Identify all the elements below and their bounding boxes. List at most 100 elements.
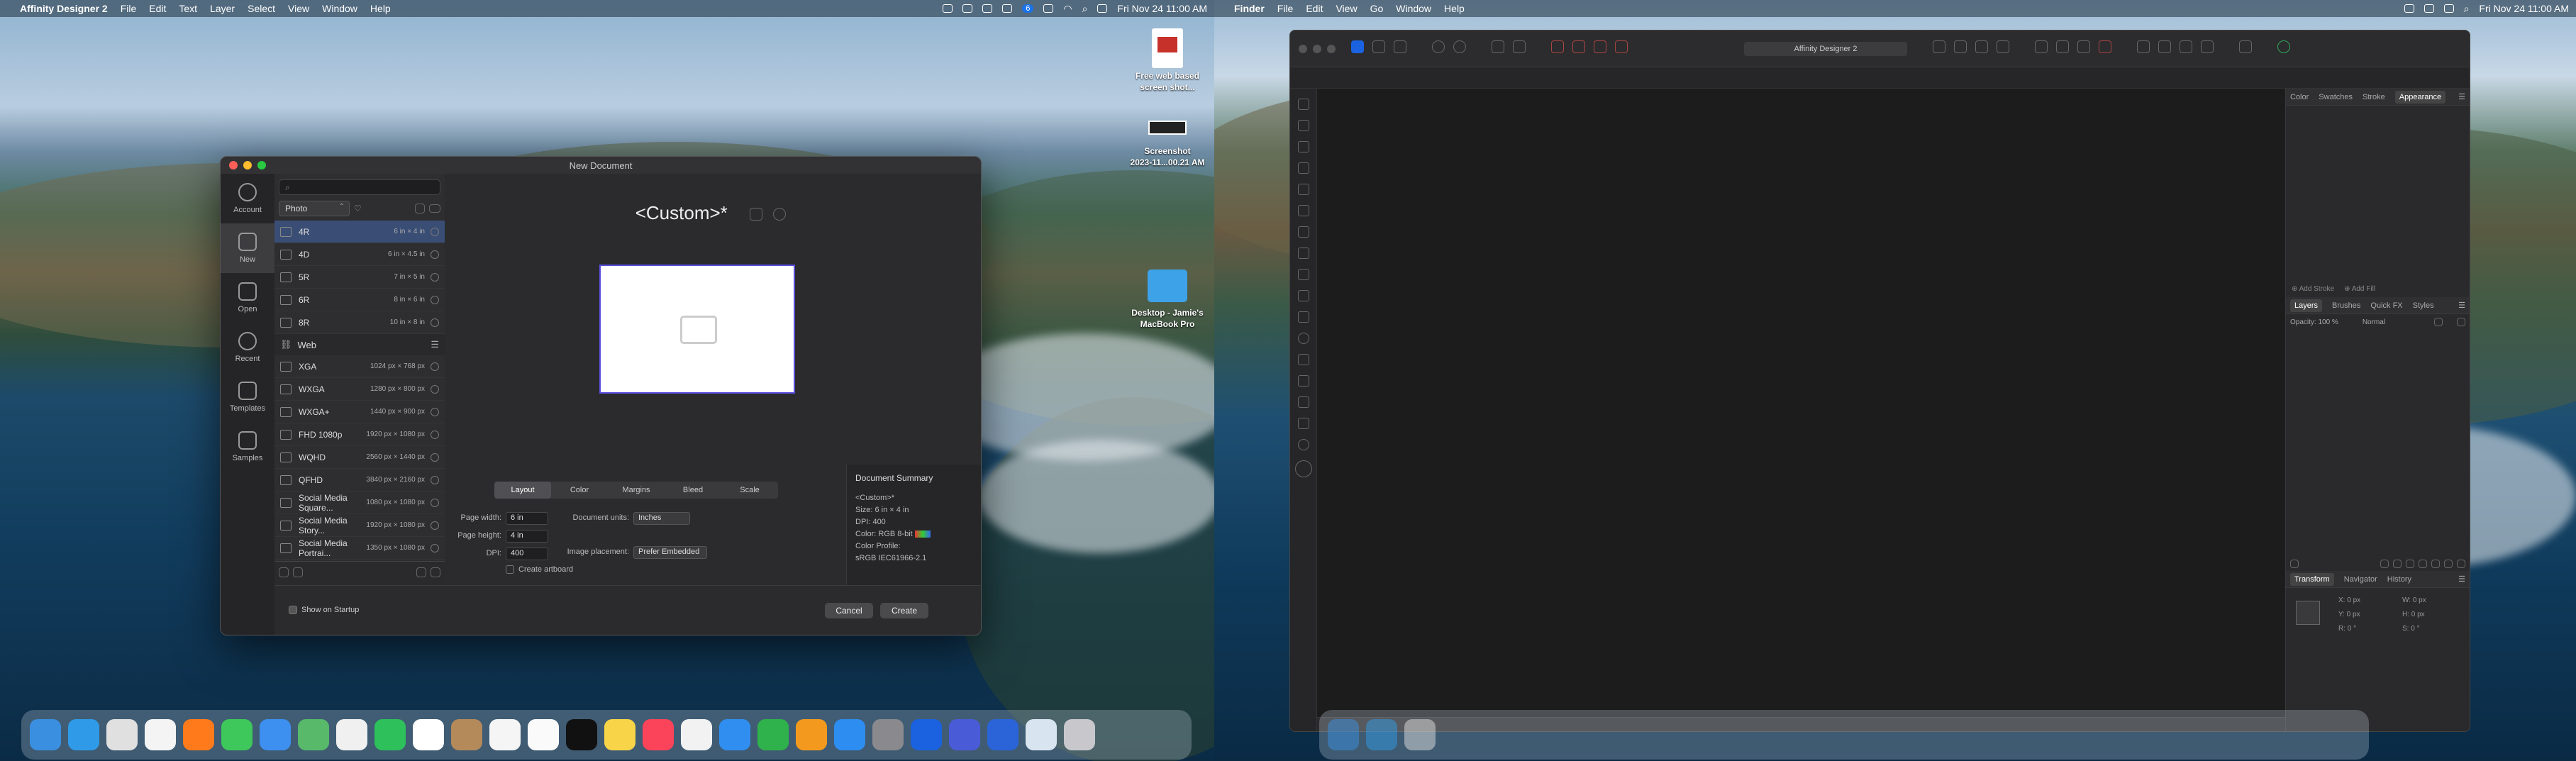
numbers-icon[interactable] <box>757 719 789 750</box>
add-fill-button[interactable]: ⊕ Add Fill <box>2344 285 2375 293</box>
safari-icon[interactable] <box>1366 719 1397 750</box>
pixel-persona-icon[interactable] <box>1372 40 1385 53</box>
menu-file[interactable]: File <box>121 3 137 14</box>
menu-edit[interactable]: Edit <box>1306 3 1323 14</box>
preset-search-input[interactable]: ⌕ <box>279 179 440 195</box>
info-icon[interactable] <box>431 521 439 530</box>
info-icon[interactable] <box>431 384 439 394</box>
panel-menu-icon[interactable]: ☰ <box>2458 301 2465 310</box>
sidebar-item-new[interactable]: New <box>221 223 274 273</box>
preset-item[interactable]: 6R 8 in × 6 in <box>274 289 445 311</box>
keynote-icon[interactable] <box>719 719 750 750</box>
ellipse-tool-icon[interactable] <box>1297 333 1309 344</box>
create-artboard-checkbox[interactable]: Create artboard <box>506 565 573 574</box>
status-icon[interactable] <box>2404 4 2414 13</box>
preset-item[interactable]: 4D 6 in × 4.5 in <box>274 243 445 266</box>
tab-styles[interactable]: Styles <box>2413 301 2434 310</box>
preset-item[interactable]: XGA 1024 px × 768 px <box>274 355 445 378</box>
clock[interactable]: Fri Nov 24 11:00 AM <box>1117 3 1207 14</box>
create-button[interactable]: Create <box>880 603 928 618</box>
transform-icon[interactable] <box>2180 40 2192 53</box>
facetime-icon[interactable] <box>374 719 406 750</box>
desktop-file-1[interactable]: Free web based screen shot... <box>1132 28 1203 93</box>
share-icon[interactable] <box>416 567 426 577</box>
transform-h-field[interactable]: H: 0 px <box>2402 611 2425 618</box>
document-units-select[interactable]: Inches <box>633 512 690 525</box>
pen-tool-icon[interactable] <box>1297 162 1309 174</box>
info-icon[interactable] <box>431 452 439 462</box>
tab-color[interactable]: Color <box>551 482 608 499</box>
safari-icon[interactable] <box>68 719 99 750</box>
launchpad-icon[interactable] <box>106 719 138 750</box>
group-layers-icon[interactable] <box>2419 560 2427 568</box>
trash-icon[interactable] <box>431 567 440 577</box>
transform-y-field[interactable]: Y: 0 px <box>2338 611 2360 618</box>
launchpad-icon[interactable] <box>1404 719 1436 750</box>
export-persona-icon[interactable] <box>1394 40 1406 53</box>
boolean-subtract-icon[interactable] <box>1572 40 1585 53</box>
arrange-icon[interactable] <box>1975 40 1988 53</box>
preset-item[interactable]: Social Media Story... 1920 px × 1080 px <box>274 514 445 537</box>
menu-go[interactable]: Go <box>1370 3 1384 14</box>
landscape-orientation-icon[interactable] <box>429 204 440 213</box>
tab-bleed[interactable]: Bleed <box>665 482 721 499</box>
preset-item[interactable]: 8R 10 in × 8 in <box>274 311 445 334</box>
music-icon[interactable] <box>643 719 674 750</box>
sidebar-item-recent[interactable]: Recent <box>221 323 274 372</box>
tab-brushes[interactable]: Brushes <box>2332 301 2360 310</box>
account-icon[interactable] <box>2277 40 2290 53</box>
info-icon[interactable] <box>431 227 439 236</box>
add-layer-icon[interactable] <box>2431 560 2440 568</box>
boolean-divide-icon[interactable] <box>1615 40 1628 53</box>
preset-item[interactable]: WQHD 2560 px × 1440 px <box>274 446 445 469</box>
affinity-photo-icon[interactable] <box>949 719 980 750</box>
document-settings-icon[interactable] <box>1432 40 1445 53</box>
close-button[interactable] <box>1299 45 1307 53</box>
transparency-tool-icon[interactable] <box>1297 248 1309 259</box>
transform-w-field[interactable]: W: 0 px <box>2402 596 2426 604</box>
preset-item[interactable]: FHD 1080p 1920 px × 1080 px <box>274 423 445 446</box>
minimize-button[interactable] <box>243 161 252 170</box>
flip-icon[interactable] <box>1997 40 2009 53</box>
notes-icon[interactable] <box>604 719 635 750</box>
preset-item[interactable]: Social Media Square... 1080 px × 1080 px <box>274 491 445 514</box>
cancel-button[interactable]: Cancel <box>825 603 873 618</box>
tab-swatches[interactable]: Swatches <box>2319 93 2353 101</box>
preset-item[interactable]: 4R 6 in × 4 in <box>274 221 445 243</box>
dpi-field[interactable]: 400 <box>506 548 548 560</box>
trash-icon[interactable] <box>1064 719 1095 750</box>
firefox-icon[interactable] <box>183 719 214 750</box>
status-icon[interactable] <box>982 4 993 13</box>
menu-view[interactable]: View <box>1336 3 1357 14</box>
menu-window[interactable]: Window <box>1396 3 1431 14</box>
tab-history[interactable]: History <box>2387 575 2411 584</box>
freeform-icon[interactable] <box>528 719 559 750</box>
info-icon[interactable] <box>431 295 439 304</box>
transform-r-field[interactable]: R: 0 ° <box>2338 625 2356 633</box>
opacity-field[interactable]: Opacity: 100 % <box>2290 318 2338 326</box>
info-icon[interactable] <box>431 543 439 552</box>
add-preset-icon[interactable] <box>279 567 289 577</box>
blend-mode-select[interactable]: Normal <box>2363 318 2385 326</box>
move-tool-icon[interactable] <box>1297 99 1309 110</box>
zoom-button[interactable] <box>257 161 266 170</box>
tab-layout[interactable]: Layout <box>494 482 551 499</box>
designer-persona-icon[interactable] <box>1351 40 1364 53</box>
insert-inside-icon[interactable] <box>2077 40 2090 53</box>
menu-file[interactable]: File <box>1277 3 1294 14</box>
panel-menu-icon[interactable]: ☰ <box>2458 92 2465 101</box>
layer-options-icon[interactable] <box>2290 560 2299 568</box>
settings-icon[interactable] <box>2434 318 2443 326</box>
close-button[interactable] <box>229 161 238 170</box>
move-forward-icon[interactable] <box>2035 40 2048 53</box>
add-stroke-button[interactable]: ⊕ Add Stroke <box>2292 285 2334 293</box>
zoom-tool-icon[interactable] <box>1297 439 1309 450</box>
anchor-point-icon[interactable] <box>2296 601 2320 625</box>
tab-layers[interactable]: Layers <box>2290 299 2323 312</box>
node-tool-icon[interactable] <box>1297 120 1309 131</box>
minimize-button[interactable] <box>1313 45 1321 53</box>
preset-item[interactable]: WXGA 1280 px × 800 px <box>274 378 445 401</box>
corner-tool-icon[interactable] <box>1297 141 1309 152</box>
preset-item[interactable]: 5R 7 in × 5 in <box>274 266 445 289</box>
menu-layer[interactable]: Layer <box>210 3 235 14</box>
